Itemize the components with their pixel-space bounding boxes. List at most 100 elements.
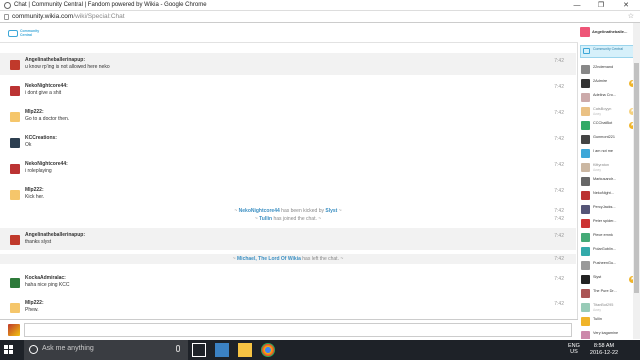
clock-date: 2016-12-22 [589,350,619,356]
leave-notice-text: has left the chat. [300,256,339,262]
user-name: 2Admire [593,79,608,83]
windows-start-icon[interactable] [4,345,14,355]
user-avatar[interactable] [10,112,20,122]
user-away-status: Away [593,168,602,172]
room-tab-community-central[interactable]: Community Central [580,45,636,58]
message-input[interactable] [24,323,572,337]
message-username[interactable]: Mlp222: [25,109,44,115]
user-avatar [581,177,590,186]
user-avatar [581,247,590,256]
task-view-icon[interactable] [192,343,206,357]
message-username[interactable]: Angelinatheballerinapup: [25,57,85,63]
cortana-search-box[interactable]: Ask me anything [24,340,188,360]
joined-user[interactable]: Tullin [259,216,272,222]
user-name: Markusandr... [593,177,617,181]
user-avatar [581,205,590,214]
message-time: 7:42 [554,162,564,168]
user-list-item[interactable]: CCChatBot★ [580,119,636,133]
user-list-item[interactable]: PercyJacks... [580,203,636,217]
message-username[interactable]: NekoNightcore44: [25,83,68,89]
user-name: Piece emnk [593,233,613,237]
user-name: Peter spider... [593,219,617,223]
left-user[interactable]: Michael, The Lord Of Wikia [237,256,301,262]
user-avatar [581,261,590,270]
user-name: Kittyraton [593,163,610,167]
bookmark-star-icon[interactable]: ☆ [628,11,634,23]
minimize-button[interactable]: — [568,0,586,11]
message-username[interactable]: Mlp222: [25,300,44,306]
user-list-item[interactable]: Kittyraton Away [580,161,636,175]
user-list-item[interactable]: Peter spider... [580,217,636,231]
message-username[interactable]: NekoNightcore44: [25,161,68,167]
user-avatar[interactable] [10,278,20,288]
message-username[interactable]: KCCreations: [25,135,57,141]
message-time: 7:42 [554,136,564,142]
user-list-item[interactable]: NekoNight... [580,189,636,203]
user-avatar[interactable] [10,86,20,96]
user-avatar[interactable] [10,303,20,313]
chat-message: NekoNightcore44: i roleplaying 7:42 [0,157,576,179]
chat-bubble-icon [583,48,590,54]
user-list-item[interactable]: Slyst★ [580,273,636,287]
user-list-item[interactable]: Very kagamine [580,329,636,339]
notice-time: 7:42 [554,216,564,222]
kicked-by-user[interactable]: Slyst [325,208,337,214]
user-avatar [581,93,590,102]
leave-notice: ~ Michael, The Lord Of Wikia has left th… [232,256,564,262]
kicked-user[interactable]: NekoNightcore44 [239,208,280,214]
message-text: thanks slyst [25,239,52,245]
user-list-item[interactable]: PolarGoblin... [580,245,636,259]
chat-message-area[interactable]: Angelinatheballerinapup: u know rp'ing i… [0,43,578,319]
user-list-scrollbar[interactable] [633,23,640,339]
notice-time: 7:42 [554,256,564,262]
user-avatar[interactable] [10,190,20,200]
user-list-item[interactable]: I am not me [580,147,636,161]
user-avatar[interactable] [10,164,20,174]
message-text: haha nice ping KCC [25,282,70,288]
room-name: Community Central [593,47,623,51]
user-list-item[interactable]: Markusandr... [580,175,636,189]
user-list-item[interactable]: Piece emnk [580,231,636,245]
user-avatar[interactable] [10,138,20,148]
language-indicator[interactable]: ENG US [568,343,580,355]
chat-message: Angelinatheballerinapup: thanks slyst 7:… [0,228,576,250]
url[interactable]: community.wikia.com/wiki/Special:Chat [12,11,125,23]
user-list-item[interactable]: CatsBoyynAway★ [580,105,636,119]
user-avatar [581,303,590,312]
user-list-item[interactable]: The Pure Dr... [580,287,636,301]
message-username[interactable]: Angelinatheballerinapup: [25,232,85,238]
user-name: TitanBot295 [593,303,614,307]
user-avatar[interactable] [10,60,20,70]
user-name: 22ndemand [593,65,614,69]
community-central-logo[interactable]: Community Central [8,29,39,39]
user-avatar [581,79,590,88]
chrome-taskbar-icon[interactable] [261,343,275,357]
user-avatar [581,121,590,130]
scrollbar-thumb[interactable] [634,63,639,293]
user-avatar[interactable] [10,235,20,245]
chat-message: KockaAdmiralac: haha nice ping KCC 7:42 [0,271,576,293]
user-list-panel: Angelinatheballe... Community Central 22… [578,23,640,339]
system-clock[interactable]: 8:58 AM 2016-12-22 [584,343,624,357]
file-explorer-icon[interactable] [238,343,252,357]
address-bar[interactable]: community.wikia.com/wiki/Special:Chat ☆ [0,11,640,23]
microphone-icon[interactable] [176,345,180,352]
edge-icon[interactable] [215,343,229,357]
user-list-item[interactable]: TitanBot295 Away [580,301,636,315]
message-time: 7:42 [554,301,564,307]
user-name: Tullin [593,317,602,321]
current-user[interactable]: Angelinatheballe... [580,27,638,41]
user-avatar [581,233,590,242]
user-name: I am not me [593,149,614,153]
message-username[interactable]: KockaAdmiralac: [25,275,66,281]
user-list-item[interactable]: Gunmont221 [580,133,636,147]
user-list-item[interactable]: Adelina Cro... [580,91,636,105]
close-button[interactable]: ✕ [617,0,635,11]
user-list-item[interactable]: Tullin [580,315,636,329]
message-text: Phew. [25,307,39,313]
maximize-button[interactable]: ❐ [592,0,610,11]
user-list-item[interactable]: 2Admire★ [580,77,636,91]
message-username[interactable]: Mlp222: [25,187,44,193]
user-list-item[interactable]: 22ndemand [580,63,636,77]
user-list-item[interactable]: PusheenGu... [580,259,636,273]
